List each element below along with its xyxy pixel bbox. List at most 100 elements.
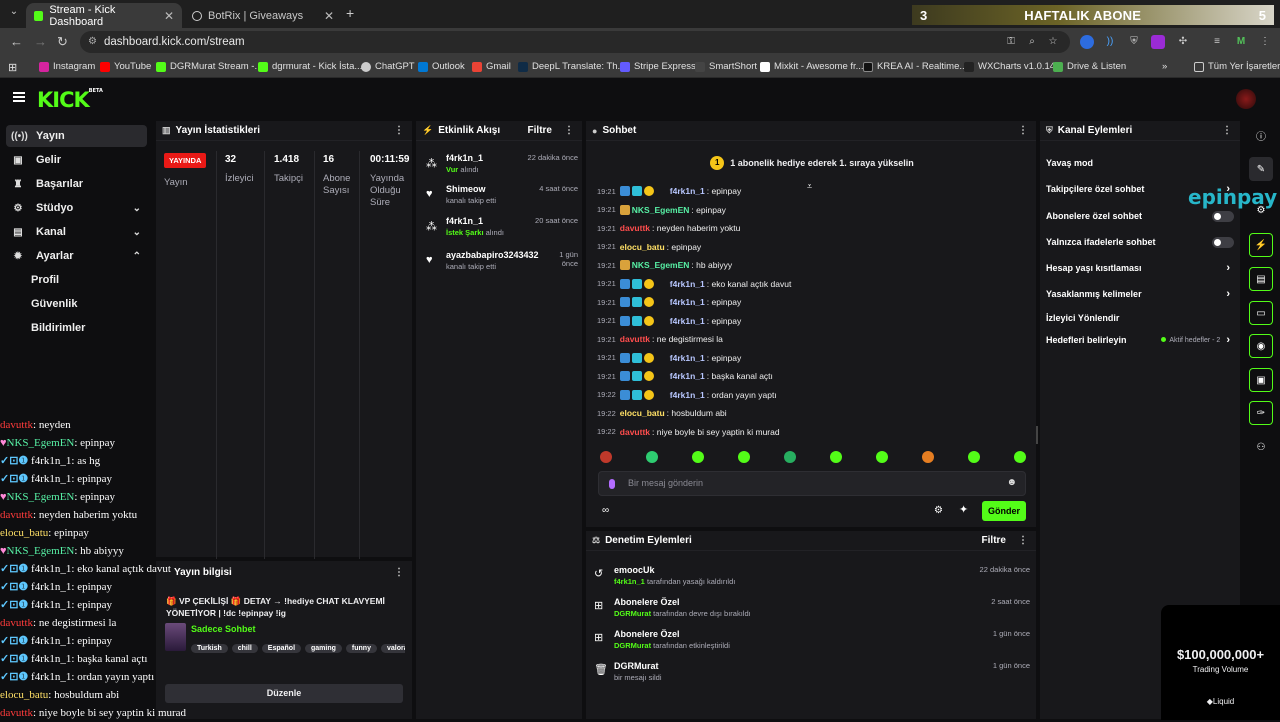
shield-icon[interactable]: ⛨ <box>1127 35 1141 49</box>
user-avatar[interactable] <box>1236 89 1256 109</box>
channel-action-item[interactable]: Yalnızca ifadelerle sohbet <box>1046 234 1234 250</box>
message-user[interactable]: f4rk1n_1 <box>670 297 705 307</box>
bookmark-item[interactable]: DeepL Translate: Th... <box>518 61 625 72</box>
bookmark-item[interactable]: Drive & Listen <box>1053 61 1126 72</box>
browser-tab-botrix[interactable]: BotRix | Giveaways ✕ <box>184 3 342 28</box>
chat-message[interactable]: 19:21 f4rk1n_1: başka kanal açtı <box>597 369 773 383</box>
more-options-icon[interactable]: ⋮ <box>1018 535 1028 546</box>
message-user[interactable]: f4rk1n_1 <box>670 316 705 326</box>
chat-message[interactable]: 19:21 davuttk: ne degistirmesi la <box>597 332 723 346</box>
close-tab-icon[interactable]: ✕ <box>164 9 174 23</box>
chat-message[interactable]: 19:21 f4rk1n_1: epinpay <box>597 184 741 198</box>
tag[interactable]: chill <box>231 644 258 653</box>
pin-expand-icon[interactable]: ⩡ <box>807 181 812 192</box>
close-tab-icon[interactable]: ✕ <box>324 9 334 23</box>
emote-icon[interactable] <box>784 451 796 463</box>
camera-icon[interactable]: ▣ <box>1249 368 1273 392</box>
settings-icon[interactable]: ⚙ <box>934 505 943 516</box>
more-options-icon[interactable]: ⋮ <box>564 125 574 136</box>
gift-leaderboard-banner[interactable]: 11 abonelik hediye ederek 1. sıraya yüks… <box>586 143 1038 183</box>
more-options-icon[interactable]: ⋮ <box>1222 125 1232 136</box>
message-user[interactable]: NKS_EgemEN <box>632 205 690 215</box>
message-user[interactable]: f4rk1n_1 <box>670 279 705 289</box>
apps-icon[interactable]: ⊞ <box>8 61 17 74</box>
bookmark-star-icon[interactable]: ☆ <box>1046 35 1060 49</box>
extension-icon[interactable] <box>1080 35 1094 49</box>
emote-icon[interactable] <box>692 451 704 463</box>
message-user[interactable]: f4rk1n_1 <box>670 353 705 363</box>
filter-button[interactable]: Filtre <box>528 125 552 136</box>
microphone-icon[interactable] <box>609 479 615 489</box>
tab-search-icon[interactable]: ⌄ <box>6 6 22 22</box>
tag[interactable]: Español <box>261 644 302 653</box>
chat-input[interactable]: Bir mesaj gönderin ☻ <box>598 471 1026 496</box>
message-user[interactable]: NKS_EgemEN <box>632 260 690 270</box>
more-options-icon[interactable]: ⋮ <box>1018 125 1028 136</box>
chat-message[interactable]: 19:21 davuttk: neyden haberim yoktu <box>597 221 740 235</box>
info-icon[interactable]: ⓘ <box>1249 123 1273 147</box>
emote-icon[interactable] <box>600 451 612 463</box>
message-user[interactable]: davuttk <box>620 223 650 233</box>
message-user[interactable]: f4rk1n_1 <box>670 186 705 196</box>
bookmark-item[interactable]: Instagram <box>39 61 95 72</box>
sidebar-item-yayin[interactable]: ((•)) Yayın <box>6 125 147 147</box>
more-bookmarks-icon[interactable]: » <box>1162 61 1167 72</box>
lightning-icon[interactable]: ⚡ <box>1249 233 1273 257</box>
chat-message[interactable]: 19:22 davuttk: niye boyle bi sey yaptin k… <box>597 425 780 439</box>
chat-message[interactable]: 19:22 f4rk1n_1: ordan yayın yaptı <box>597 388 777 402</box>
edit-button[interactable]: Düzenle <box>165 684 403 703</box>
points-icon[interactable]: ∞ <box>602 505 609 516</box>
bookmark-item[interactable]: DGRMurat Stream -... <box>156 61 262 72</box>
chat-message[interactable]: 19:21 elocu_batu: epinpay <box>597 240 701 254</box>
edit-icon[interactable]: ✎ <box>1249 157 1273 181</box>
toggle-switch[interactable] <box>1212 236 1234 248</box>
chat-message[interactable]: 19:21 NKS_EgemEN: hb abiyyy <box>597 258 732 272</box>
message-user[interactable]: elocu_batu <box>620 242 665 252</box>
send-button[interactable]: Gönder <box>982 501 1026 521</box>
bookmark-item[interactable]: dgrmurat - Kick İsta... <box>258 61 362 72</box>
bookmarks-folder[interactable]: Tüm Yer İşaretleri <box>1194 61 1280 72</box>
channel-action-item[interactable]: İzleyici Yönlendir <box>1046 310 1234 326</box>
bookmark-item[interactable]: Mixkit - Awesome fr... <box>760 61 864 72</box>
emote-icon[interactable] <box>968 451 980 463</box>
bookmark-item[interactable]: ChatGPT <box>361 61 415 72</box>
chat-message[interactable]: 19:21 f4rk1n_1: epinpay <box>597 351 741 365</box>
extension-icon[interactable] <box>1151 35 1165 49</box>
key-icon[interactable]: ⚿ <box>1004 35 1018 49</box>
emote-menu-icon[interactable]: ✦ <box>959 503 968 516</box>
bookmark-item[interactable]: YouTube <box>100 61 151 72</box>
emote-icon[interactable] <box>646 451 658 463</box>
bookmark-item[interactable]: KREA AI - Realtime... <box>863 61 967 72</box>
chat-message[interactable]: 19:21 f4rk1n_1: epinpay <box>597 295 741 309</box>
tag[interactable]: gaming <box>305 644 342 653</box>
channel-action-item[interactable]: Hedefleri belirleyin Aktif hedefler - 2 › <box>1046 332 1234 348</box>
forward-icon[interactable]: → <box>34 34 47 49</box>
message-user[interactable]: davuttk <box>620 427 650 437</box>
back-icon[interactable]: ← <box>10 34 23 49</box>
emoji-icon[interactable]: ☻ <box>1006 477 1017 488</box>
kick-logo[interactable]: KICKBETA <box>37 88 103 112</box>
wrench-icon[interactable]: ✑ <box>1249 401 1273 425</box>
broadcast-icon[interactable]: ◉ <box>1249 334 1273 358</box>
more-options-icon[interactable]: ⋮ <box>394 125 404 136</box>
sidebar-sub-guvenlik[interactable]: Güvenlik <box>31 298 77 310</box>
emote-icon[interactable] <box>1014 451 1026 463</box>
more-options-icon[interactable]: ⋮ <box>394 567 404 578</box>
chat-scrollbar[interactable] <box>1036 426 1038 444</box>
chat-message[interactable]: 19:22 elocu_batu: hosbuldum abi <box>597 406 727 420</box>
extension-icon[interactable]: )) <box>1103 35 1117 49</box>
bookmark-item[interactable]: Outlook <box>418 61 465 72</box>
channel-action-item[interactable]: Abonelere özel sohbet <box>1046 208 1234 224</box>
sidebar-item-gelir[interactable]: ▣ Gelir <box>6 149 147 171</box>
stream-category[interactable]: Sadece Sohbet <box>191 624 256 634</box>
tag[interactable]: valorant <box>380 644 405 653</box>
reload-icon[interactable]: ↻ <box>57 34 68 50</box>
bookmark-item[interactable]: Gmail <box>472 61 511 72</box>
sidebar-sub-bildirimler[interactable]: Bildirimler <box>31 322 85 334</box>
message-user[interactable]: davuttk <box>620 334 650 344</box>
bookmark-item[interactable]: SmartShort <box>695 61 757 72</box>
emote-icon[interactable] <box>922 451 934 463</box>
channel-action-item[interactable]: Yavaş mod <box>1046 155 1234 171</box>
tag[interactable]: funny <box>345 644 377 653</box>
gear-icon[interactable]: ⚙ <box>1249 198 1273 222</box>
